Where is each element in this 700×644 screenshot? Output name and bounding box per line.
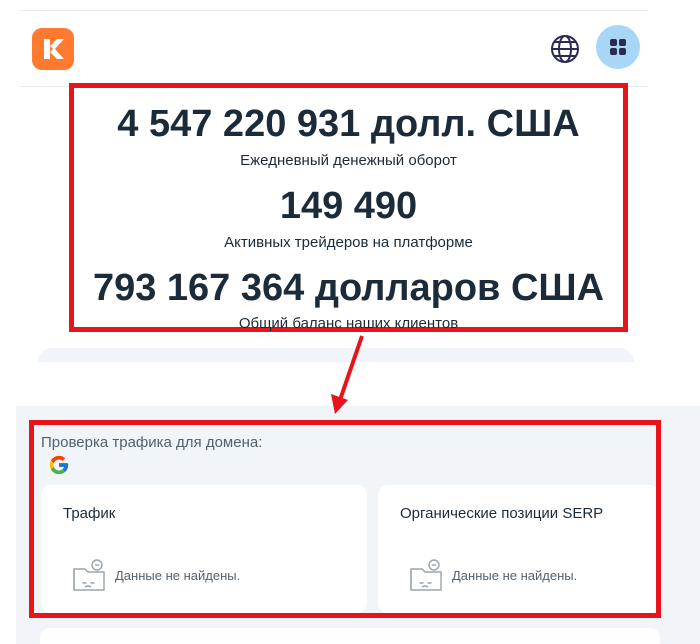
client-balance-value: 793 167 364 долларов США <box>92 267 605 309</box>
top-divider <box>20 10 648 11</box>
active-traders-value: 149 490 <box>279 185 418 227</box>
client-balance-label: Общий баланс наших клиентов <box>238 315 459 332</box>
globe-icon[interactable] <box>548 32 582 66</box>
stats-highlight-box: 4 547 220 931 долл. США Ежедневный денеж… <box>69 83 628 332</box>
next-section-card-edge <box>38 348 634 362</box>
bottom-card-edge <box>40 628 660 644</box>
menu-button[interactable] <box>596 25 640 69</box>
traffic-highlight-box <box>29 420 661 618</box>
grid-menu-icon <box>610 39 626 55</box>
daily-turnover-label: Ежедневный денежный оборот <box>240 152 457 169</box>
brand-logo-icon[interactable] <box>32 28 74 70</box>
daily-turnover-value: 4 547 220 931 долл. США <box>117 103 580 145</box>
active-traders-label: Активных трейдеров на платформе <box>224 234 473 251</box>
